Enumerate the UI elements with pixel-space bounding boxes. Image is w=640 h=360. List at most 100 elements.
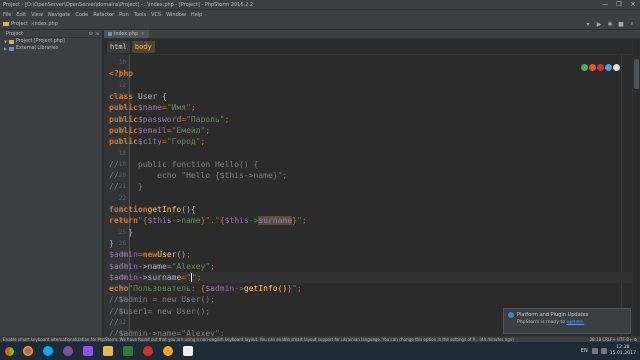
menu-tools[interactable]: Tools [134, 12, 146, 18]
code-line: 15 public $password = "Пароль"; [104, 114, 640, 125]
code-line: 26 $admin = new User(); [104, 249, 640, 260]
taskbar-app-chrome[interactable] [18, 343, 37, 359]
menu-view[interactable]: View [31, 12, 43, 18]
phpstorm-icon [82, 346, 93, 356]
taskbar-app-tool[interactable] [178, 343, 197, 359]
menu-file[interactable]: File [3, 12, 11, 18]
code-text: $admin ->surname = ""; [109, 272, 202, 282]
update-notification[interactable]: Platform and Plugin Updates PhpStorm is … [503, 308, 631, 334]
code-text: // echo "Hello {$this->name}"; [109, 170, 287, 181]
code-text: //$user1= new User(); [109, 306, 210, 317]
update-link[interactable]: update. [567, 320, 585, 325]
firefox-icon[interactable] [589, 64, 596, 71]
nav-crumb-file[interactable]: › index.php [31, 21, 58, 27]
menu-refactor[interactable]: Refactor [93, 12, 114, 18]
code-line: 13 class User { [104, 91, 640, 102]
skype-icon [42, 346, 53, 356]
code-area[interactable]: 10 11 <?php 12 13 class User { 14 public… [104, 55, 640, 342]
nav-crumb-project[interactable]: Project [3, 21, 28, 27]
code-text: $admin = new User(); [109, 250, 191, 260]
taskbar-app-phpstorm[interactable] [78, 343, 97, 359]
stop-icon[interactable]: ■ [617, 20, 625, 28]
run-config-icon[interactable]: ▾ [584, 20, 592, 28]
code-tokens: class User { [109, 92, 167, 102]
close-button[interactable]: ✕ [626, 0, 640, 10]
line-number: 12 [118, 81, 126, 89]
code-line: 27 $admin ->name = "Alexey"; [104, 260, 640, 271]
folder-icon [9, 39, 14, 44]
code-line: 20 // echo "Hello {$this->name}"; [104, 170, 640, 181]
chrome-canary-icon [162, 346, 173, 356]
line-number: 26 [118, 239, 126, 247]
chrome-icon[interactable] [581, 64, 588, 71]
project-panel-title: Project [6, 30, 24, 37]
menu-help[interactable]: Help [191, 12, 202, 18]
menu-bar: File Edit View Navigate Code Refactor Ru… [0, 10, 640, 19]
ie-icon[interactable] [605, 64, 612, 71]
breadcrumb-html[interactable]: html [107, 40, 130, 53]
taskbar-app-media[interactable] [118, 343, 137, 359]
code-line: 21 // } [104, 181, 640, 192]
code-text: } [109, 227, 133, 238]
code-editor[interactable]: html body 10 11 <?php 12 13 class User {… [104, 39, 640, 342]
code-text: <?php [109, 68, 133, 79]
code-line: 25 } [104, 227, 640, 238]
code-comment: // } [109, 182, 143, 192]
code-line: 17 public $city = "Город"; [104, 136, 640, 147]
gear-icon[interactable]: ⚙ ⇲ [89, 31, 99, 37]
code-text: public $name = "Имя"; [109, 103, 196, 113]
safari-icon[interactable] [613, 64, 620, 71]
menu-navigate[interactable]: Navigate [48, 12, 70, 18]
search-icon[interactable]: ⌕ [628, 20, 636, 28]
language-indicator[interactable]: EN [581, 348, 588, 354]
editor-scrollbar[interactable] [632, 39, 640, 342]
code-line: 19 // public function Hello() { [104, 159, 640, 170]
windows-logo-icon [4, 346, 14, 356]
debug-icon[interactable]: ✱ [606, 20, 614, 28]
run-icon[interactable]: ▶ [595, 20, 603, 28]
code-text: public $password = "Пароль"; [109, 114, 230, 124]
code-comment: //$admin = new User(); [109, 295, 215, 305]
tree-item-external-libraries[interactable]: ▶ External Libraries [4, 45, 102, 52]
code-line: 23 function getInfo() { [104, 204, 640, 215]
menu-run[interactable]: Run [119, 12, 129, 18]
menu-vcs[interactable]: VCS [151, 12, 161, 18]
breadcrumb-body[interactable]: body [131, 40, 155, 53]
menu-window[interactable]: Window [166, 12, 186, 18]
code-line: 16 public $email = "Емейл"; [104, 125, 640, 136]
minimize-button[interactable]: — [598, 0, 612, 10]
menu-code[interactable]: Code [75, 12, 88, 18]
network-icon[interactable] [591, 348, 598, 354]
tool-icon [182, 346, 193, 356]
tree-item-project[interactable]: ▼ Project [Project.php] [4, 38, 102, 45]
code-comment: // echo "Hello {$this->name}"; [109, 171, 288, 181]
maximize-button[interactable]: ❐ [612, 0, 626, 10]
start-button[interactable] [0, 342, 18, 360]
taskbar-app-chrome2[interactable] [158, 343, 177, 359]
code-text: } [109, 238, 114, 249]
code-line: 26 } [104, 238, 640, 249]
code-text: echo "Пользователь: {$admin->getInfo()}"… [109, 284, 302, 294]
code-text: function getInfo() { [109, 205, 196, 215]
scrollbar-thumb[interactable] [634, 59, 639, 89]
tab-index-php[interactable]: index.php × [104, 30, 149, 38]
viber-icon [62, 346, 73, 356]
volume-icon[interactable] [600, 348, 607, 354]
code-comment: //$user1= new User(); [109, 306, 211, 316]
media-icon [122, 346, 133, 356]
project-panel: Project ⚙ ⇲ ▼ Project [Project.php] ▶ Ex… [4, 30, 103, 342]
editor-breadcrumb: html body [104, 39, 640, 55]
info-icon [508, 312, 514, 318]
code-text: class User { [109, 91, 167, 102]
taskbar-app-skype[interactable] [38, 343, 57, 359]
clock[interactable]: 12:38 15.01.2017 [610, 345, 636, 357]
taskbar-app-viber[interactable] [58, 343, 77, 359]
taskbar-app-opera[interactable] [138, 343, 157, 359]
menu-edit[interactable]: Edit [16, 12, 26, 18]
php-file-icon [108, 32, 112, 36]
taskbar-app-folder[interactable] [98, 343, 117, 359]
opera-icon[interactable] [597, 64, 604, 71]
close-icon[interactable]: × [141, 32, 145, 37]
project-panel-header[interactable]: Project ⚙ ⇲ [4, 30, 102, 38]
window-title: Project - [D:\OpenServer\OpenServer\doma… [3, 1, 254, 8]
